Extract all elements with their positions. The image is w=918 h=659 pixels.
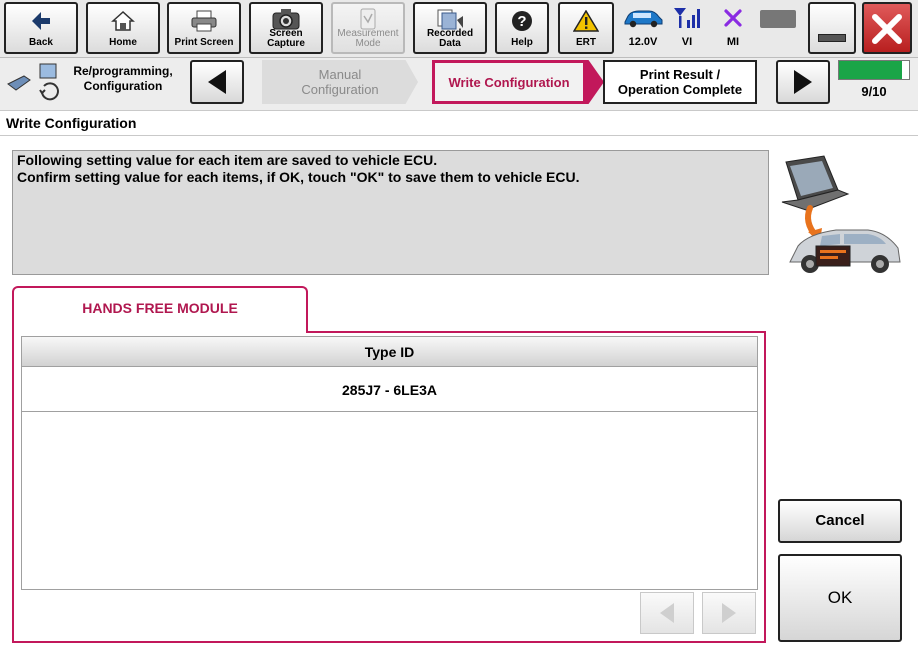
step-progress-fill: [839, 61, 902, 79]
vi-label: VI: [681, 36, 693, 48]
step-print-result-line1: Print Result /: [639, 67, 721, 82]
step-write-configuration-label: Write Configuration: [435, 63, 583, 101]
minimize-icon: [818, 34, 846, 42]
vi-status: VI: [668, 2, 706, 54]
battery-status: 12.0V: [620, 2, 666, 54]
help-icon: ?: [497, 8, 547, 34]
screen-title-bar: Write Configuration: [0, 110, 918, 136]
car-icon: [620, 8, 666, 28]
mi-status: MI: [714, 2, 752, 54]
measurement-mode-button[interactable]: Measurement Mode: [331, 2, 405, 54]
back-label: Back: [29, 37, 53, 48]
screen-capture-button[interactable]: Screen Capture: [249, 2, 323, 54]
mi-label: MI: [726, 36, 740, 48]
page-down-button[interactable]: [702, 592, 756, 634]
minimize-button[interactable]: [808, 2, 856, 54]
warning-icon: [560, 8, 612, 34]
ok-button-label: OK: [827, 588, 853, 607]
reprogramming-label-line1: Re/programming,: [73, 64, 173, 78]
pc-battery-icon: [760, 10, 796, 28]
step-manual-configuration: Manual Configuration: [262, 60, 418, 104]
reprogramming-icon: [4, 62, 60, 102]
back-button[interactable]: Back: [4, 2, 78, 54]
page-up-button[interactable]: [640, 592, 694, 634]
step-write-configuration: Write Configuration: [432, 60, 604, 104]
tab-hands-free-module-label: HANDS FREE MODULE: [82, 300, 238, 316]
tab-hands-free-module[interactable]: HANDS FREE MODULE: [12, 286, 308, 333]
step-progress-count: 9/10: [861, 84, 887, 99]
step-manual-line1: Manual: [318, 67, 362, 82]
reprogramming-label: Re/programming, Configuration: [64, 64, 182, 94]
mi-disconnected-icon: [714, 8, 752, 28]
home-label: Home: [109, 37, 137, 48]
screen-capture-label-line2: Capture: [267, 38, 305, 49]
close-icon: [864, 12, 910, 46]
left-arrow-icon: [208, 70, 226, 94]
cancel-button[interactable]: Cancel: [778, 499, 902, 543]
recorded-data-label-line2: Data: [439, 38, 461, 49]
screen-title: Write Configuration: [6, 115, 137, 131]
ok-button[interactable]: OK: [778, 554, 902, 642]
home-icon: [88, 8, 158, 34]
previous-step-button[interactable]: [190, 60, 244, 104]
close-button[interactable]: [862, 2, 912, 54]
signal-icon: [668, 6, 706, 30]
home-button[interactable]: Home: [86, 2, 160, 54]
svg-text:?: ?: [517, 13, 526, 30]
column-header-type-id: Type ID: [22, 337, 757, 367]
next-step-button[interactable]: [776, 60, 830, 104]
instruction-box: Following setting value for each item ar…: [12, 150, 769, 275]
step-print-result: Print Result / Operation Complete: [603, 60, 757, 104]
step-print-result-line2: Operation Complete: [617, 82, 743, 97]
help-label: Help: [511, 37, 533, 48]
print-screen-label: Print Screen: [174, 37, 234, 48]
measurement-mode-label-line2: Mode: [355, 38, 381, 49]
configuration-table: Type ID 285J7 - 6LE3A: [21, 336, 758, 590]
printer-icon: [169, 8, 239, 34]
ert-button[interactable]: ERT: [558, 2, 614, 54]
instruction-line2: Confirm setting value for each items, if…: [17, 169, 580, 185]
reprogramming-label-line2: Configuration: [83, 79, 163, 93]
step-progress-bar: [838, 60, 910, 80]
instruction-line1: Following setting value for each item ar…: [17, 152, 438, 168]
help-button[interactable]: ? Help: [495, 2, 549, 54]
battery-voltage: 12.0V: [628, 36, 658, 48]
page-left-icon: [660, 603, 674, 623]
ert-label: ERT: [576, 37, 596, 48]
right-arrow-icon: [794, 70, 812, 94]
laptop-to-car-illustration: [776, 150, 904, 282]
print-screen-button[interactable]: Print Screen: [167, 2, 241, 54]
page-right-icon: [722, 603, 736, 623]
recorded-data-button[interactable]: Recorded Data: [413, 2, 487, 54]
table-row[interactable]: 285J7 - 6LE3A: [22, 368, 757, 412]
back-arrow-icon: [6, 8, 76, 34]
step-manual-line2: Configuration: [301, 82, 379, 97]
table-cell-type-id: 285J7 - 6LE3A: [342, 382, 437, 398]
cancel-button-label: Cancel: [815, 512, 865, 529]
